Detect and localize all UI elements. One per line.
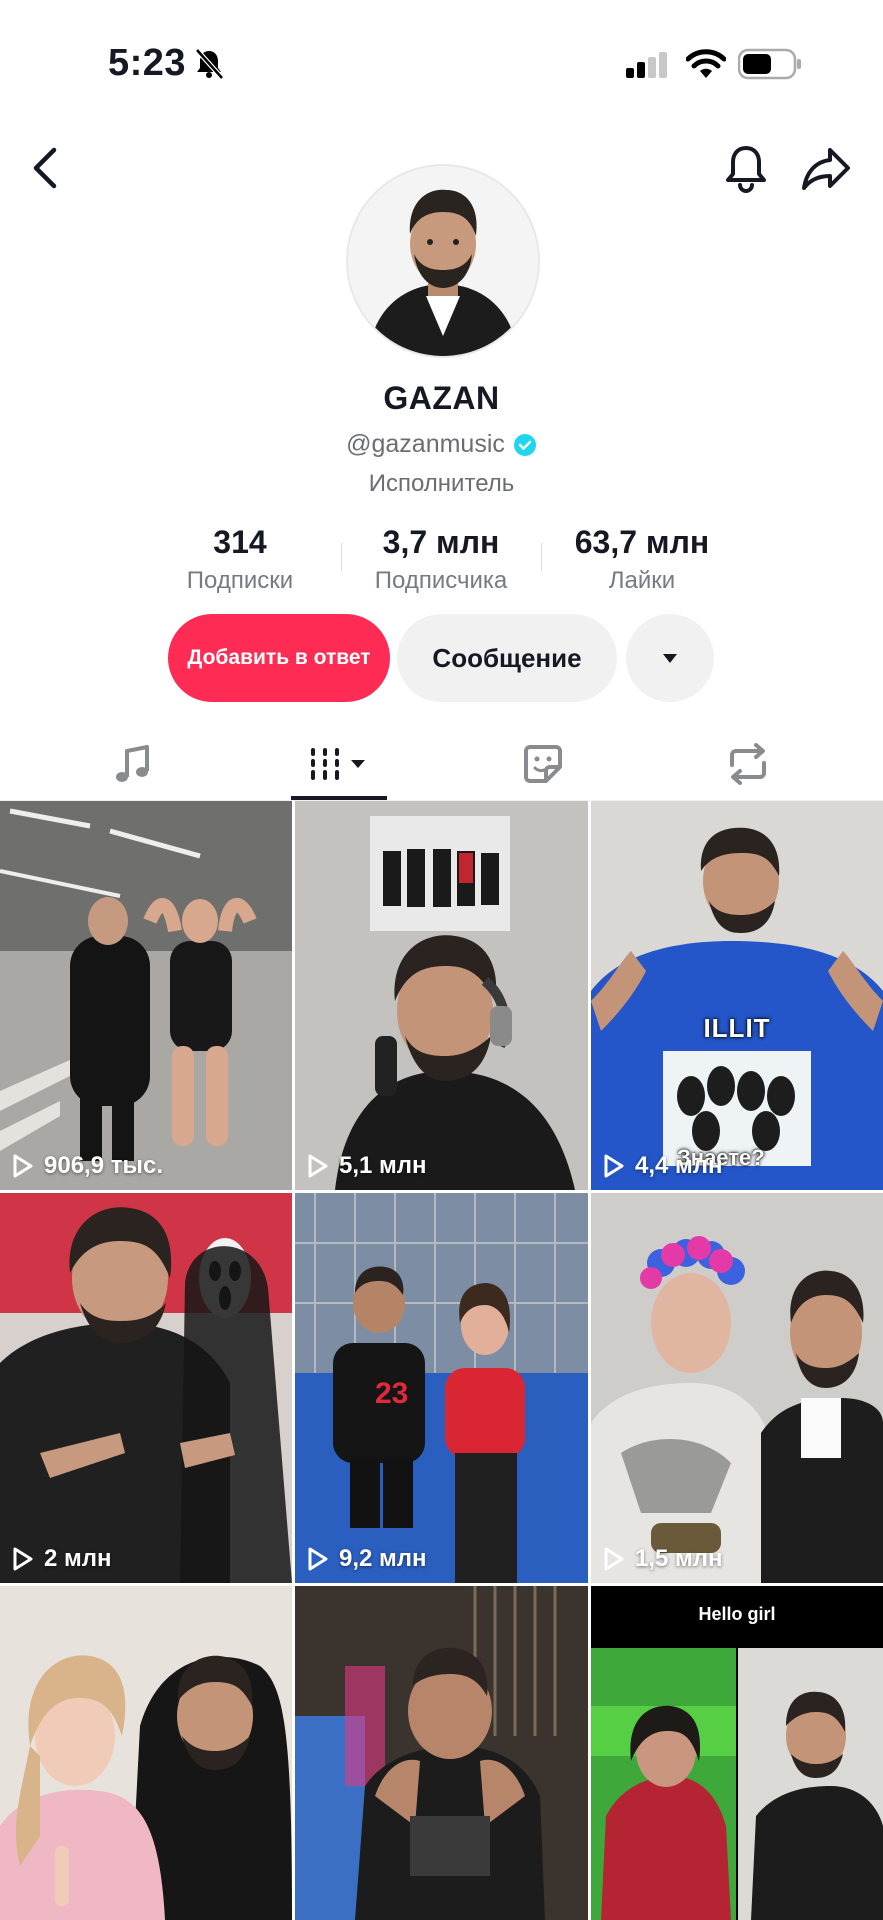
view-count: 1,5 млн <box>603 1545 723 1573</box>
avatar[interactable] <box>346 164 540 358</box>
view-count-text: 4,4 млн <box>635 1152 723 1179</box>
tab-music[interactable] <box>90 730 176 798</box>
sticker-icon <box>524 745 562 783</box>
view-count-text: 906,9 тыс. <box>44 1152 163 1179</box>
stat-label: Подписки <box>186 567 294 594</box>
tab-videos[interactable] <box>291 730 387 798</box>
view-count-text: 5,1 млн <box>339 1152 427 1179</box>
stat-label: Лайки <box>608 567 676 594</box>
view-count: 4,4 млн <box>603 1152 723 1180</box>
view-count-text: 9,2 млн <box>339 1545 427 1572</box>
thumbnail-image <box>591 801 883 1190</box>
jersey-number: 23 <box>375 1377 409 1410</box>
thumbnail-image <box>295 801 588 1190</box>
video-thumbnail[interactable] <box>295 1586 588 1920</box>
status-time: 5:23 <box>108 42 187 84</box>
handle-row: @gazanmusic <box>0 430 883 459</box>
verified-badge-icon <box>513 433 536 456</box>
play-icon <box>604 1547 624 1571</box>
video-thumbnail[interactable]: 906,9 тыс. <box>0 801 292 1190</box>
tab-reposts[interactable] <box>705 730 791 798</box>
video-thumbnail[interactable]: ILLIT Знаете? 4,4 млн <box>591 801 883 1190</box>
view-count: 2 млн <box>12 1545 112 1573</box>
videos-grid-icon <box>311 748 365 780</box>
music-icon <box>116 745 149 782</box>
view-count-text: 2 млн <box>44 1545 112 1572</box>
wifi-icon <box>686 49 726 78</box>
repost-icon <box>730 743 766 785</box>
add-reply-button[interactable]: Добавить в ответ <box>168 614 390 702</box>
play-icon <box>604 1154 624 1178</box>
video-thumbnail[interactable]: Hello girl <box>591 1586 883 1920</box>
caret-down-icon <box>663 654 677 663</box>
stat-value: 3,7 млн <box>382 524 500 560</box>
battery-icon <box>738 48 801 80</box>
video-thumbnail[interactable]: 1,5 млн <box>591 1193 883 1583</box>
stat-followers[interactable]: 3,7 млн Подписчика <box>360 524 522 595</box>
stat-label: Подписчика <box>374 567 508 594</box>
video-overlay-title: Hello girl <box>698 1604 776 1624</box>
stat-value: 63,7 млн <box>574 524 710 560</box>
stat-value: 314 <box>213 524 267 560</box>
stat-likes[interactable]: 63,7 млн Лайки <box>560 524 724 595</box>
thumbnail-image <box>295 1586 588 1920</box>
view-count-text: 1,5 млн <box>635 1545 723 1572</box>
thumbnail-image <box>0 1586 292 1920</box>
video-overlay-title: ILLIT <box>703 1013 771 1043</box>
notification-bell-button[interactable] <box>722 142 770 194</box>
silent-mode-icon <box>195 48 224 80</box>
profile-handle: @gazanmusic <box>346 430 505 458</box>
more-dropdown-button[interactable] <box>626 614 714 702</box>
thumbnail-image <box>591 1586 883 1920</box>
video-thumbnail[interactable]: 23 9,2 млн <box>295 1193 588 1583</box>
thumbnail-image <box>591 1193 883 1583</box>
cellular-signal-icon <box>626 52 667 78</box>
thumbnail-image <box>295 1193 588 1583</box>
profile-name: GAZAN <box>383 380 500 416</box>
video-thumbnail[interactable] <box>0 1586 292 1920</box>
stat-divider <box>341 543 342 571</box>
play-icon <box>308 1547 328 1571</box>
profile-role: Исполнитель <box>368 470 515 497</box>
tab-stickers[interactable] <box>500 730 586 798</box>
view-count: 9,2 млн <box>307 1545 427 1573</box>
view-count: 5,1 млн <box>307 1152 427 1180</box>
play-icon <box>308 1154 328 1178</box>
back-button[interactable] <box>26 144 66 192</box>
message-button[interactable]: Сообщение <box>397 614 617 702</box>
stat-divider <box>541 543 542 571</box>
video-thumbnail[interactable]: 2 млн <box>0 1193 292 1583</box>
thumbnail-image <box>0 801 292 1190</box>
play-icon <box>13 1547 33 1571</box>
video-grid: 906,9 тыс. 5,1 млн ILLIT Знаете? 4,4 млн… <box>0 801 883 1920</box>
video-thumbnail[interactable]: 5,1 млн <box>295 801 588 1190</box>
thumbnail-image <box>0 1193 292 1583</box>
view-count: 906,9 тыс. <box>12 1152 163 1180</box>
share-button[interactable] <box>800 146 852 192</box>
stat-following[interactable]: 314 Подписки <box>170 524 310 595</box>
avatar-photo <box>348 166 538 356</box>
play-icon <box>13 1154 33 1178</box>
